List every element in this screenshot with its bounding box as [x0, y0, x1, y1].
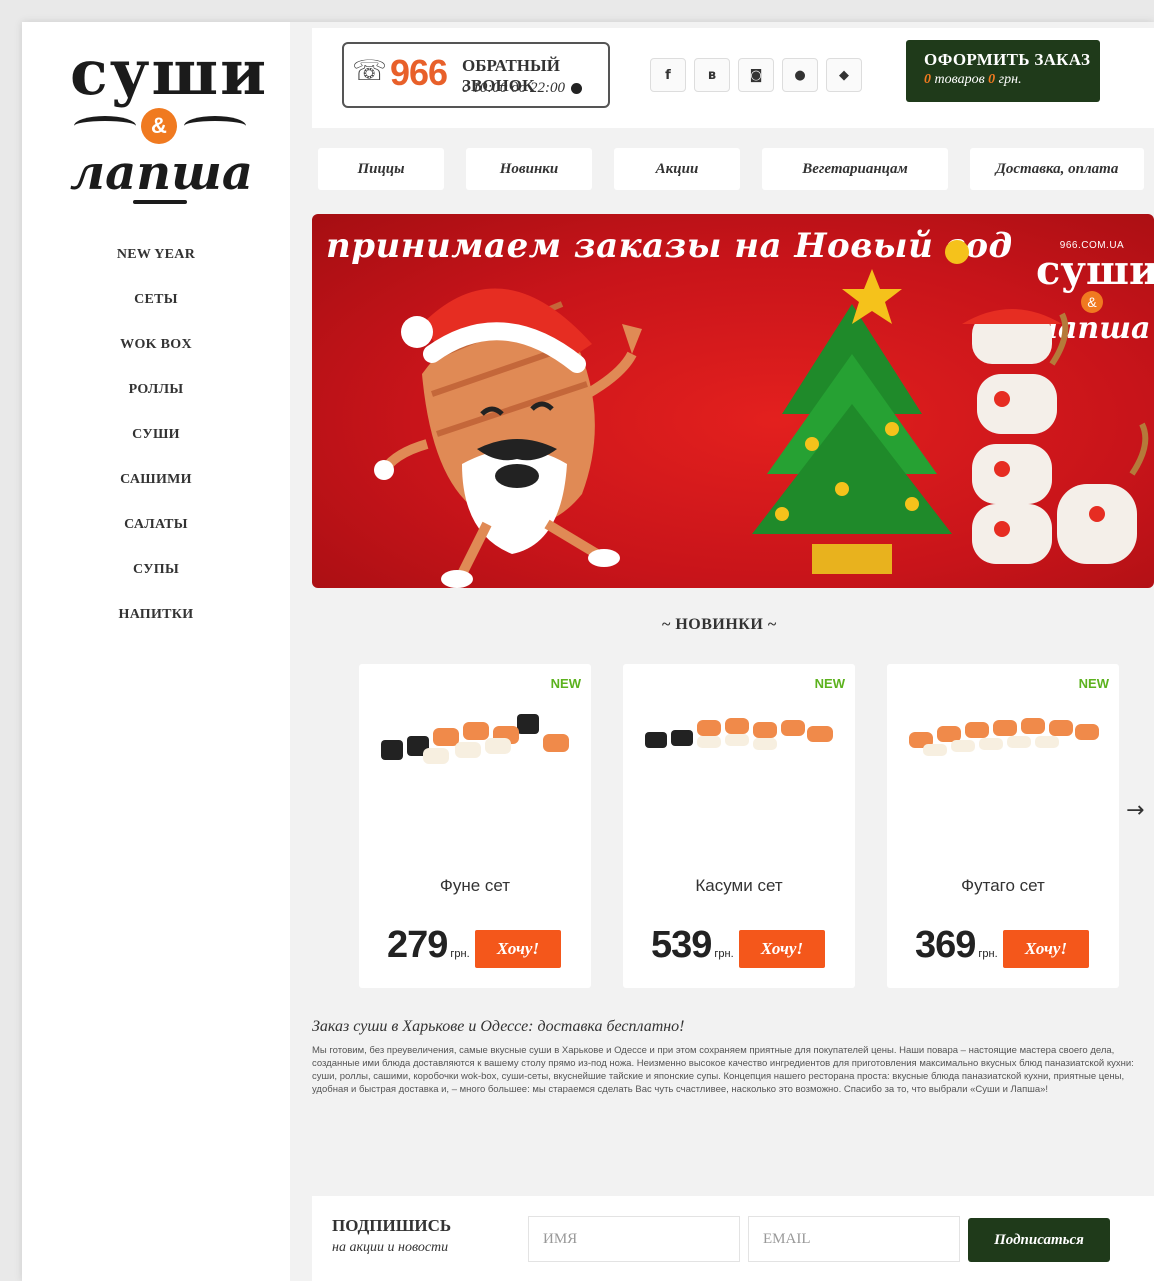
- nav-item-promo[interactable]: Акции: [614, 148, 740, 190]
- sidebar-item-sashimi[interactable]: САШИМИ: [22, 469, 290, 514]
- section-title-new: ~ НОВИНКИ ~: [662, 616, 777, 633]
- callback-hours: с 10:00 до 22:00: [462, 80, 582, 97]
- product-carousel: NEW Фуне сет 279 грн. Хочу! NEW Касуми се…: [359, 664, 1119, 988]
- logo[interactable]: суши & лапша: [70, 36, 269, 207]
- sidebar-item-rolls[interactable]: РОЛЛЫ: [22, 379, 290, 424]
- product-image: [381, 714, 569, 764]
- nav-item-delivery[interactable]: Доставка, оплата: [970, 148, 1144, 190]
- product-price: 369 грн.: [915, 922, 998, 977]
- product-currency: грн.: [978, 948, 998, 960]
- sidebar-item-drinks[interactable]: НАПИТКИ: [22, 604, 290, 649]
- product-card[interactable]: NEW Фуне сет 279 грн. Хочу!: [359, 664, 591, 988]
- sidebar-item-wok-box[interactable]: WOK BOX: [22, 334, 290, 379]
- logo-curl-left: [74, 116, 136, 136]
- logo-curl-right: [184, 116, 246, 136]
- subscribe-subtitle: на акции и новости: [332, 1240, 449, 1255]
- sidebar-item-new-year[interactable]: NEW YEAR: [22, 244, 290, 289]
- reindeer-sushi-stack: [962, 309, 1149, 564]
- apple-icon[interactable]: ●: [782, 58, 818, 92]
- new-badge: NEW: [550, 676, 581, 691]
- product-image: [645, 718, 833, 750]
- subscribe-title: ПОДПИШИСЬ: [332, 1216, 452, 1235]
- add-to-cart-button[interactable]: Хочу!: [475, 930, 561, 968]
- product-name: Касуми сет: [695, 876, 783, 895]
- product-name: Фуне сет: [439, 876, 511, 895]
- callback-hours-text: с 10:00 до 22:00: [462, 80, 565, 96]
- info-icon[interactable]: [571, 83, 582, 95]
- sidebar: суши & лапша NEW YEAR СЕТЫ WOK BOX РОЛЛЫ…: [22, 22, 290, 1281]
- phone-icon: ☏: [352, 54, 388, 87]
- sidebar-item-salads[interactable]: САЛАТЫ: [22, 514, 290, 559]
- sidebar-item-sushi[interactable]: СУШИ: [22, 424, 290, 469]
- sidebar-item-sets[interactable]: СЕТЫ: [22, 289, 290, 334]
- product-price-value: 539: [651, 924, 712, 966]
- cart-count-label: товаров: [934, 72, 985, 87]
- add-to-cart-button[interactable]: Хочу!: [1003, 930, 1089, 968]
- product-image: [909, 718, 1099, 756]
- cart-sum-label: грн.: [998, 72, 1022, 87]
- new-badge: NEW: [814, 676, 845, 691]
- santa-sushi-character: [374, 288, 642, 588]
- product-price-value: 279: [387, 924, 448, 966]
- logo-ampersand: &: [141, 108, 177, 144]
- add-to-cart-button[interactable]: Хочу!: [739, 930, 825, 968]
- banner-illustration: [374, 240, 1149, 588]
- sidebar-item-soups[interactable]: СУПЫ: [22, 559, 290, 604]
- social-links: f в ◙ ● ◆: [650, 58, 862, 92]
- checkout-title: ОФОРМИТЬ ЗАКАЗ: [924, 50, 1091, 69]
- christmas-tree: [752, 240, 969, 574]
- nav-item-vegetarian[interactable]: Вегетарианцам: [762, 148, 948, 190]
- subscribe-bar: ПОДПИШИСЬ на акции и новости Подписаться: [312, 1196, 1154, 1281]
- logo-top-text: суши: [70, 36, 269, 109]
- product-price: 279 грн.: [387, 922, 470, 977]
- android-icon[interactable]: ◆: [826, 58, 862, 92]
- checkout-button[interactable]: ОФОРМИТЬ ЗАКАЗ 0 товаров 0 грн.: [906, 40, 1100, 102]
- about-text: Мы готовим, без преувеличения, самые вку…: [312, 1045, 1134, 1095]
- name-input[interactable]: [528, 1216, 740, 1262]
- product-currency: грн.: [714, 948, 734, 960]
- instagram-icon[interactable]: ◙: [738, 58, 774, 92]
- cart-sum: 0: [988, 72, 996, 87]
- about-section: Заказ суши в Харькове и Одессе: доставка…: [312, 1018, 1142, 1096]
- product-currency: грн.: [450, 948, 470, 960]
- product-price-value: 369: [915, 924, 976, 966]
- product-name: Футаго сет: [961, 876, 1045, 895]
- cart-count: 0: [924, 72, 931, 87]
- callback-number: 966: [390, 52, 448, 93]
- logo-bottom-text: лапша: [70, 145, 254, 201]
- nav-item-new[interactable]: Новинки: [466, 148, 592, 190]
- cart-summary: 0 товаров 0 грн.: [924, 72, 1100, 88]
- nav-item-pizza[interactable]: Пиццы: [318, 148, 444, 190]
- callback-button[interactable]: ☏ 966 ОБРАТНЫЙ ЗВОНОК с 10:00 до 22:00: [342, 42, 610, 108]
- about-title: Заказ суши в Харькове и Одессе: доставка…: [312, 1018, 685, 1035]
- logo-ampersand-row: &: [70, 104, 250, 148]
- product-card[interactable]: NEW Касуми сет 539 грн. Хочу!: [623, 664, 855, 988]
- subscribe-button[interactable]: Подписаться: [968, 1218, 1110, 1262]
- promo-banner[interactable]: принимаем заказы на Новый год 966.COM.UA…: [312, 214, 1154, 588]
- page: суши & лапша NEW YEAR СЕТЫ WOK BOX РОЛЛЫ…: [22, 22, 1154, 1281]
- facebook-icon[interactable]: f: [650, 58, 686, 92]
- email-input[interactable]: [748, 1216, 960, 1262]
- top-nav: Пиццы Новинки Акции Вегетарианцам Достав…: [318, 148, 1144, 190]
- sidebar-menu: NEW YEAR СЕТЫ WOK BOX РОЛЛЫ СУШИ САШИМИ …: [22, 244, 290, 649]
- new-badge: NEW: [1078, 676, 1109, 691]
- vkontakte-icon[interactable]: в: [694, 58, 730, 92]
- product-price: 539 грн.: [651, 922, 734, 977]
- carousel-next-icon[interactable]: →: [1126, 798, 1144, 823]
- product-card[interactable]: NEW Футаго сет 369 грн. Хочу!: [887, 664, 1119, 988]
- header-bar: ☏ 966 ОБРАТНЫЙ ЗВОНОК с 10:00 до 22:00 f…: [312, 28, 1154, 128]
